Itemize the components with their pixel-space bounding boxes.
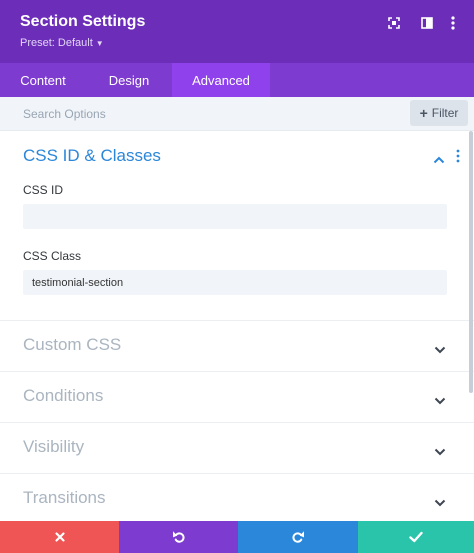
discard-button[interactable] bbox=[0, 521, 119, 553]
preset-dropdown[interactable]: Preset: Default ▼ bbox=[20, 37, 104, 49]
save-button[interactable] bbox=[358, 521, 474, 553]
caret-down-icon: ▼ bbox=[95, 39, 104, 48]
filter-button[interactable]: + Filter bbox=[410, 100, 468, 126]
group-custom-css[interactable]: Custom CSS bbox=[0, 321, 474, 372]
chevron-down-icon bbox=[434, 494, 446, 512]
css-id-field[interactable] bbox=[23, 204, 447, 229]
plus-icon: + bbox=[419, 105, 428, 121]
expand-icon[interactable] bbox=[385, 14, 403, 32]
tab-design[interactable]: Design bbox=[86, 63, 172, 97]
preset-label: Preset: Default bbox=[20, 37, 93, 49]
more-vertical-icon[interactable] bbox=[444, 14, 462, 32]
group-conditions[interactable]: Conditions bbox=[0, 372, 474, 423]
css-class-label: CSS Class bbox=[23, 249, 82, 263]
chevron-down-icon bbox=[434, 443, 446, 461]
group-title: Transitions bbox=[23, 488, 106, 507]
redo-icon bbox=[292, 531, 304, 543]
tab-advanced[interactable]: Advanced bbox=[172, 63, 270, 97]
settings-header: Section Settings Preset: Default ▼ bbox=[0, 0, 474, 63]
search-bar: + Filter bbox=[0, 97, 474, 131]
sidebar-icon[interactable] bbox=[418, 14, 436, 32]
group-title: Visibility bbox=[23, 437, 85, 456]
undo-icon bbox=[172, 531, 185, 543]
undo-button[interactable] bbox=[119, 521, 238, 553]
scrollbar[interactable] bbox=[469, 131, 473, 393]
chevron-down-icon bbox=[434, 341, 446, 359]
redo-button[interactable] bbox=[238, 521, 358, 553]
css-class-field[interactable] bbox=[23, 270, 447, 295]
modal-title: Section Settings bbox=[20, 13, 146, 30]
group-visibility[interactable]: Visibility bbox=[0, 423, 474, 474]
action-footer bbox=[0, 521, 474, 553]
close-icon bbox=[54, 532, 65, 542]
css-id-label: CSS ID bbox=[23, 183, 64, 197]
group-css-id-classes: CSS ID & Classes CSS ID CSS Class bbox=[0, 131, 474, 321]
filter-label: Filter bbox=[431, 106, 459, 120]
more-vertical-icon[interactable] bbox=[455, 149, 461, 168]
search-input[interactable] bbox=[0, 97, 400, 130]
chevron-down-icon bbox=[434, 392, 446, 410]
group-transitions[interactable]: Transitions bbox=[0, 474, 474, 521]
tab-content[interactable]: Content bbox=[0, 63, 86, 97]
settings-tabs: Content Design Advanced bbox=[0, 63, 474, 97]
group-title[interactable]: CSS ID & Classes bbox=[23, 146, 161, 166]
chevron-up-icon[interactable] bbox=[433, 151, 445, 169]
group-title: Conditions bbox=[23, 386, 104, 405]
group-title: Custom CSS bbox=[23, 335, 122, 354]
check-icon bbox=[409, 531, 423, 543]
